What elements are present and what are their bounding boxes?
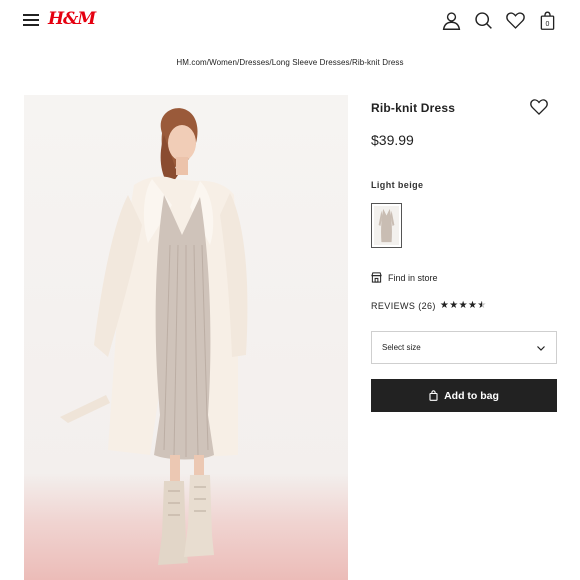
star-full-icon: ★ xyxy=(467,300,478,311)
top-navigation: H&M 0 xyxy=(0,0,580,44)
reviews-label: REVIEWS (26) xyxy=(371,301,436,311)
breadcrumb[interactable]: HM.com/Women/Dresses/Long Sleeve Dresses… xyxy=(0,58,580,67)
search-icon[interactable] xyxy=(473,10,494,31)
bag-icon xyxy=(429,390,438,401)
color-swatch-light-beige[interactable] xyxy=(371,203,402,248)
product-title: Rib-knit Dress xyxy=(371,101,456,115)
size-select-dropdown[interactable]: Select size xyxy=(371,331,557,364)
product-image[interactable] xyxy=(24,95,348,580)
star-half-icon: ★ xyxy=(477,300,487,311)
star-full-icon: ★ xyxy=(449,300,459,311)
menu-icon[interactable] xyxy=(23,14,39,26)
find-in-store-link[interactable]: Find in store xyxy=(371,272,438,283)
bag-count: 0 xyxy=(546,21,550,28)
bag-icon[interactable]: 0 xyxy=(537,10,558,31)
rating-stars: ★ ★ ★ ★ ★ xyxy=(440,301,487,311)
hm-logo[interactable]: H&M xyxy=(48,9,96,29)
chevron-down-icon xyxy=(536,343,546,353)
add-to-favorites-heart-icon[interactable] xyxy=(529,97,549,117)
store-icon xyxy=(371,272,382,283)
header-actions: 0 xyxy=(441,10,558,31)
star-full-icon: ★ xyxy=(439,300,450,311)
favorites-icon[interactable] xyxy=(505,10,526,31)
account-icon[interactable] xyxy=(441,10,462,31)
add-to-bag-button[interactable]: Add to bag xyxy=(371,379,557,412)
size-select-placeholder: Select size xyxy=(382,343,421,352)
star-full-icon: ★ xyxy=(458,300,468,311)
find-in-store-label: Find in store xyxy=(388,272,438,283)
product-price: $39.99 xyxy=(371,132,414,148)
selected-color-name: Light beige xyxy=(371,180,424,190)
add-to-bag-label: Add to bag xyxy=(444,389,499,402)
reviews-link[interactable]: REVIEWS (26) ★ ★ ★ ★ ★ xyxy=(371,301,487,312)
